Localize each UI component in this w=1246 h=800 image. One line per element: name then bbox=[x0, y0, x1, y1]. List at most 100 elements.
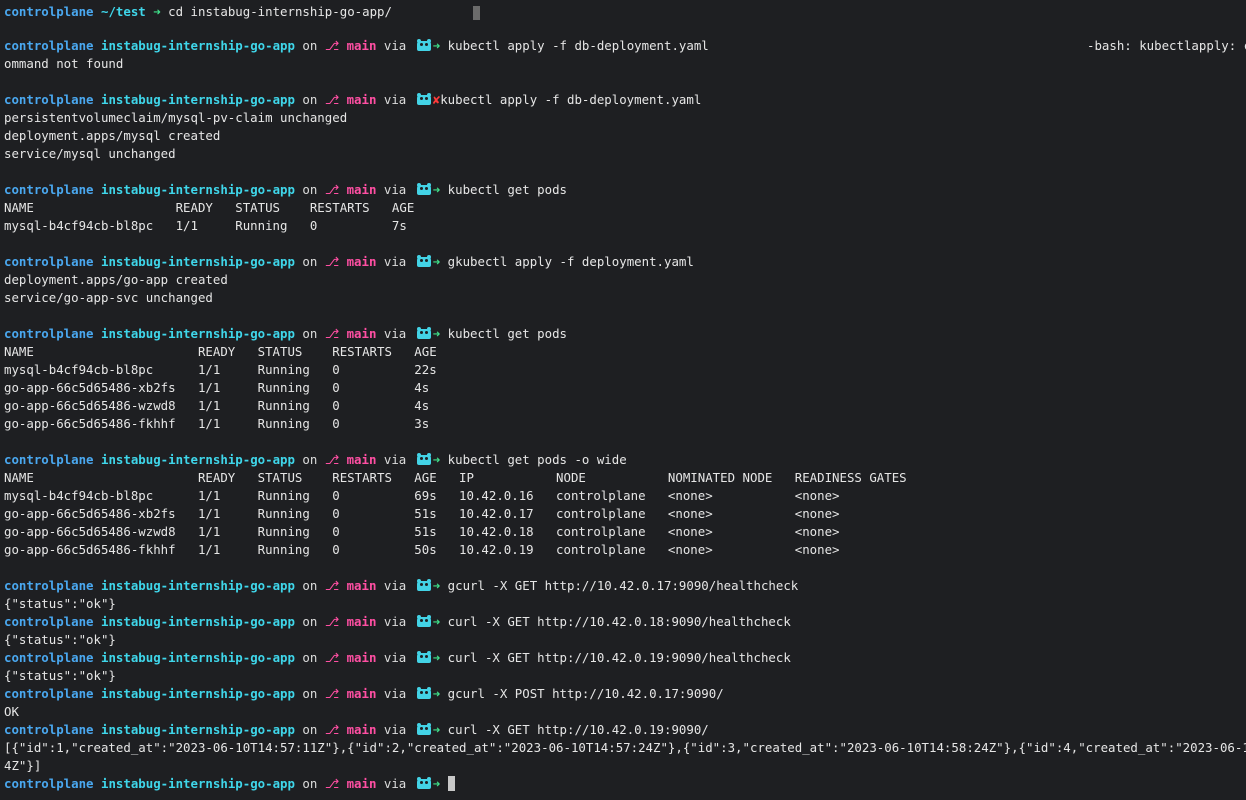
prompt-via: via bbox=[376, 578, 414, 593]
output-line: NAME READY STATUS RESTARTS AGE bbox=[4, 200, 415, 215]
git-branch-icon: ⎇ bbox=[324, 182, 340, 197]
prompt-branch: main bbox=[346, 254, 377, 269]
prompt-arrow-icon: ➜ bbox=[432, 776, 441, 791]
command-text: kubectl apply -f db-deployment.yaml bbox=[447, 38, 709, 53]
prompt-on: on bbox=[294, 38, 325, 53]
output-line: NAME READY STATUS RESTARTS AGE IP NODE N… bbox=[4, 470, 907, 485]
git-branch-icon: ⎇ bbox=[324, 578, 340, 593]
active-prompt-line[interactable]: controlplane instabug-internship-go-app … bbox=[4, 775, 455, 793]
prompt-repo: instabug-internship-go-app bbox=[101, 650, 295, 665]
prompt-arrow-icon: ➜ bbox=[432, 686, 441, 701]
gopher-icon bbox=[416, 615, 432, 628]
prompt-line: controlplane instabug-internship-go-app … bbox=[4, 721, 709, 739]
prompt-branch: main bbox=[346, 452, 377, 467]
git-branch-icon: ⎇ bbox=[324, 326, 340, 341]
prompt-repo: instabug-internship-go-app bbox=[101, 452, 295, 467]
text-cursor[interactable] bbox=[447, 776, 455, 791]
prompt-branch: main bbox=[346, 92, 377, 107]
output-line: {"status":"ok"} bbox=[4, 596, 116, 611]
prompt-on: on bbox=[294, 650, 325, 665]
prompt-on: on bbox=[294, 326, 325, 341]
stale-cursor bbox=[473, 6, 480, 20]
prompt-host: controlplane bbox=[4, 326, 94, 341]
prompt-via: via bbox=[376, 614, 414, 629]
prompt-via: via bbox=[376, 452, 414, 467]
prompt-branch: main bbox=[346, 38, 377, 53]
prompt-repo: instabug-internship-go-app bbox=[101, 38, 295, 53]
prompt-arrow-icon: ➜ bbox=[432, 578, 441, 593]
prompt-on: on bbox=[294, 776, 325, 791]
prompt-line: controlplane instabug-internship-go-app … bbox=[4, 91, 701, 109]
gopher-icon bbox=[416, 39, 432, 52]
git-branch-icon: ⎇ bbox=[324, 254, 340, 269]
prompt-repo: instabug-internship-go-app bbox=[101, 254, 295, 269]
prompt-on: on bbox=[294, 722, 325, 737]
gopher-icon bbox=[416, 183, 432, 196]
git-branch-icon: ⎇ bbox=[324, 38, 340, 53]
error-message: -bash: kubectlapply: c bbox=[1087, 38, 1246, 53]
output-line: go-app-66c5d65486-fkhhf 1/1 Running 0 3s bbox=[4, 416, 430, 431]
prompt-arrow-icon: ➜ bbox=[432, 722, 441, 737]
output-line: ommand not found bbox=[4, 56, 124, 71]
prompt-branch: main bbox=[346, 776, 377, 791]
prompt-arrow-icon: ➜ bbox=[153, 4, 161, 19]
prompt-host: controlplane bbox=[4, 650, 94, 665]
prompt-line: controlplane instabug-internship-go-app … bbox=[4, 37, 1246, 55]
gopher-icon bbox=[416, 453, 432, 466]
output-line: go-app-66c5d65486-xb2fs 1/1 Running 0 4s bbox=[4, 380, 430, 395]
command-text: curl -X GET http://10.42.0.19:9090/healt… bbox=[447, 650, 791, 665]
prompt-branch: main bbox=[346, 722, 377, 737]
prompt-host: controlplane bbox=[4, 4, 94, 19]
prompt-host: controlplane bbox=[4, 182, 94, 197]
prompt-via: via bbox=[376, 326, 414, 341]
prompt-via: via bbox=[376, 776, 414, 791]
prompt-branch: main bbox=[346, 650, 377, 665]
git-branch-icon: ⎇ bbox=[324, 776, 340, 791]
prompt-repo: instabug-internship-go-app bbox=[101, 686, 295, 701]
prompt-on: on bbox=[294, 686, 325, 701]
terminal-window[interactable]: controlplane ~/test ➜ cd instabug-intern… bbox=[0, 0, 1246, 800]
prompt-line: controlplane instabug-internship-go-app … bbox=[4, 253, 694, 271]
output-line: 4Z"}] bbox=[4, 758, 42, 773]
git-branch-icon: ⎇ bbox=[324, 614, 340, 629]
prompt-host: controlplane bbox=[4, 38, 94, 53]
prompt-branch: main bbox=[346, 686, 377, 701]
prompt-on: on bbox=[294, 254, 325, 269]
gopher-icon bbox=[416, 723, 432, 736]
prompt-host: controlplane bbox=[4, 92, 94, 107]
git-branch-icon: ⎇ bbox=[324, 722, 340, 737]
prompt-host: controlplane bbox=[4, 614, 94, 629]
prompt-branch: main bbox=[346, 326, 377, 341]
command-text: kubectl get pods bbox=[447, 182, 568, 197]
prompt-repo: instabug-internship-go-app bbox=[101, 776, 295, 791]
prompt-arrow-icon: ➜ bbox=[432, 38, 441, 53]
command-text: gkubectl apply -f deployment.yaml bbox=[447, 254, 694, 269]
prompt-via: via bbox=[376, 722, 414, 737]
output-line: mysql-b4cf94cb-bl8pc 1/1 Running 0 7s bbox=[4, 218, 407, 233]
prompt-host: controlplane bbox=[4, 722, 94, 737]
prompt-on: on bbox=[294, 578, 325, 593]
output-line: [{"id":1,"created_at":"2023-06-10T14:57:… bbox=[4, 740, 1246, 755]
prompt-via: via bbox=[376, 38, 414, 53]
prompt-host: controlplane bbox=[4, 776, 94, 791]
prompt-line: controlplane instabug-internship-go-app … bbox=[4, 685, 724, 703]
output-line: {"status":"ok"} bbox=[4, 632, 116, 647]
command-text: kubectl apply -f db-deployment.yaml bbox=[440, 92, 702, 107]
prompt-line: controlplane instabug-internship-go-app … bbox=[4, 613, 791, 631]
gopher-icon bbox=[416, 255, 432, 268]
output-line: go-app-66c5d65486-fkhhf 1/1 Running 0 50… bbox=[4, 542, 840, 557]
output-line: persistentvolumeclaim/mysql-pv-claim unc… bbox=[4, 110, 348, 125]
command-text: gcurl -X GET http://10.42.0.17:9090/heal… bbox=[447, 578, 799, 593]
git-branch-icon: ⎇ bbox=[324, 686, 340, 701]
prompt-on: on bbox=[294, 92, 325, 107]
prompt-arrow-icon: ➜ bbox=[432, 254, 441, 269]
prompt-via: via bbox=[376, 686, 414, 701]
command-text: gcurl -X POST http://10.42.0.17:9090/ bbox=[447, 686, 724, 701]
output-line: service/go-app-svc unchanged bbox=[4, 290, 213, 305]
output-line: NAME READY STATUS RESTARTS AGE bbox=[4, 344, 437, 359]
command-text: cd instabug-internship-go-app/ bbox=[168, 4, 392, 19]
prompt-line: controlplane instabug-internship-go-app … bbox=[4, 181, 567, 199]
output-line: {"status":"ok"} bbox=[4, 668, 116, 683]
gopher-icon bbox=[416, 777, 432, 790]
prompt-branch: main bbox=[346, 578, 377, 593]
